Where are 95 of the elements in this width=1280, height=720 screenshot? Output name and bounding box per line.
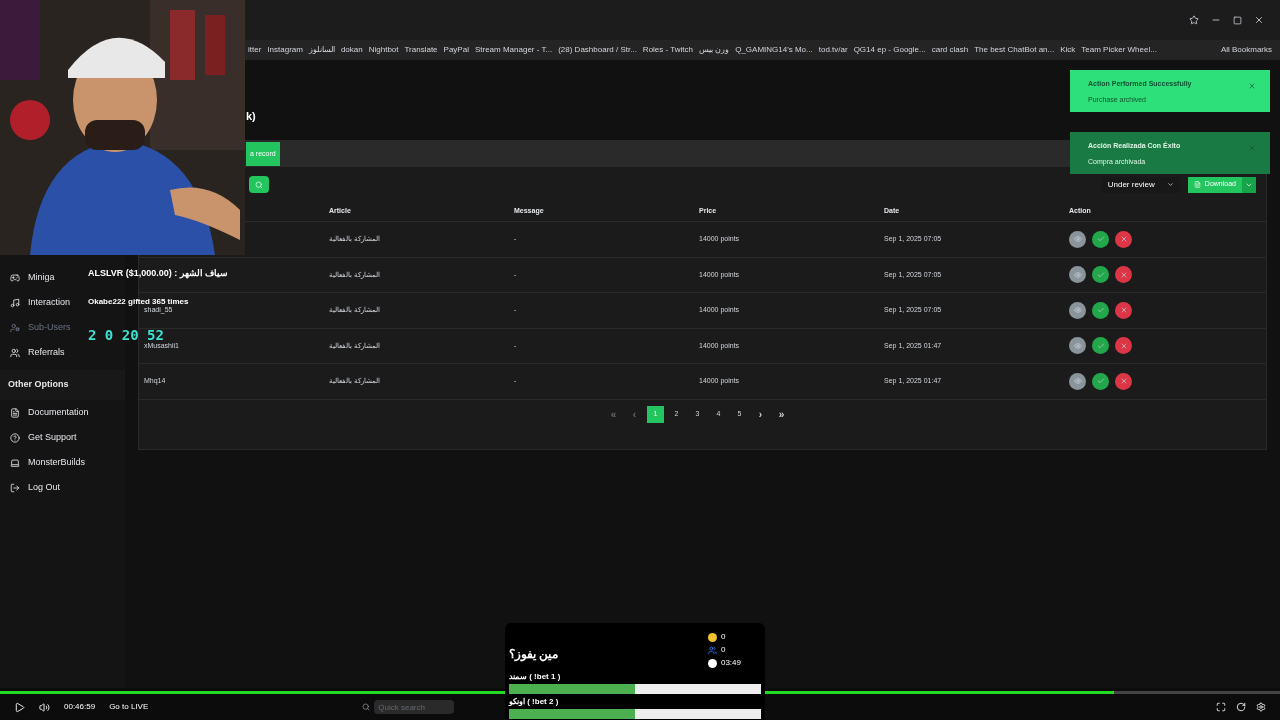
poll-option-label: اونكو ( !bet 2 ) xyxy=(509,696,560,708)
bookmark[interactable]: Translate xyxy=(404,44,438,56)
poll-question: مين يفوز؟ xyxy=(509,646,559,663)
bookmark[interactable]: The best ChatBot an... xyxy=(974,44,1055,56)
section-heading: Other Options xyxy=(0,370,125,400)
dropdown-button[interactable] xyxy=(1242,176,1256,193)
reject-button[interactable] xyxy=(1115,266,1132,284)
volume-icon[interactable] xyxy=(39,701,50,713)
approve-button[interactable] xyxy=(1092,337,1109,355)
play-icon[interactable] xyxy=(14,701,25,713)
search-button[interactable] xyxy=(249,176,269,193)
reject-button[interactable] xyxy=(1115,372,1132,390)
sidebar-item[interactable]: Log Out xyxy=(10,475,61,500)
x-icon xyxy=(1119,306,1128,315)
time-text: 00:46:59 xyxy=(64,701,96,713)
sidebar-item[interactable]: Get Support xyxy=(10,425,77,450)
reject-button[interactable] xyxy=(1115,301,1132,319)
approve-button[interactable] xyxy=(1092,230,1109,248)
bookmark[interactable]: PayPal xyxy=(443,44,469,56)
logout-icon xyxy=(10,482,20,493)
go-live-button[interactable]: Go to LIVE xyxy=(109,701,149,713)
help-icon xyxy=(10,432,20,443)
gamepad-icon xyxy=(10,272,20,283)
bookmark[interactable]: (28) Dashboard / Str... xyxy=(558,44,637,56)
search-icon xyxy=(255,180,263,189)
gift-text: Okabe222 gifted 365 times xyxy=(88,298,189,306)
music-note-icon xyxy=(10,297,20,308)
bookmark-star-icon[interactable] xyxy=(1189,15,1199,25)
users-icon xyxy=(10,347,20,358)
approve-button[interactable] xyxy=(1092,372,1109,390)
bookmark[interactable]: dokan xyxy=(340,44,363,56)
all-bookmarks[interactable]: All Bookmarks xyxy=(1220,44,1272,56)
x-icon xyxy=(1119,341,1128,350)
user-gear-icon xyxy=(10,322,20,333)
check-icon xyxy=(1096,377,1105,386)
coin-icon xyxy=(707,632,717,642)
timer-text: 2 0 20 52 xyxy=(88,328,164,342)
coin-count: 0 xyxy=(720,631,726,643)
bookmark[interactable]: QG14 ep - Google... xyxy=(853,44,926,56)
refresh-icon[interactable] xyxy=(1236,702,1246,712)
poll-option-label: سمند ( !bet 1 ) xyxy=(509,671,562,683)
page-nav-button[interactable]: › xyxy=(752,406,769,423)
page-title: k) xyxy=(246,110,256,122)
x-icon xyxy=(1119,270,1128,279)
sidebar-item[interactable]: Miniga xyxy=(10,265,55,290)
eye-icon xyxy=(1073,341,1082,350)
eye-icon xyxy=(1073,270,1082,279)
view-button[interactable] xyxy=(1069,337,1086,355)
bookmark[interactable]: card clash xyxy=(931,44,969,56)
view-button[interactable] xyxy=(1069,230,1086,248)
bookmark[interactable]: Nightbot xyxy=(368,44,399,56)
check-icon xyxy=(1096,270,1105,279)
settings-icon[interactable] xyxy=(1256,702,1266,712)
bookmark[interactable]: Kick xyxy=(1060,44,1076,56)
bookmark[interactable]: Roles - Twitch xyxy=(642,44,693,56)
check-icon xyxy=(1096,235,1105,244)
check-icon xyxy=(1096,341,1105,350)
check-icon xyxy=(1096,306,1105,315)
approve-button[interactable] xyxy=(1092,266,1109,284)
close-icon[interactable] xyxy=(1254,15,1264,25)
approve-button[interactable] xyxy=(1092,301,1109,319)
poll-timer: 03:49 xyxy=(720,657,741,669)
users-icon xyxy=(707,645,717,655)
bookmark[interactable]: السانلوز xyxy=(308,44,335,56)
chevron-down-icon xyxy=(1166,181,1174,188)
view-button[interactable] xyxy=(1069,301,1086,319)
sidebar-item[interactable]: MonsterBuilds xyxy=(10,450,86,475)
reject-button[interactable] xyxy=(1115,337,1132,355)
donor-text: ALSLVR ($1,000.00) : سياف الشهر xyxy=(88,269,229,278)
maximize-icon[interactable] xyxy=(1233,15,1242,25)
reject-button[interactable] xyxy=(1115,230,1132,248)
bookmark[interactable]: Stream Manager - T... xyxy=(474,44,553,56)
sidebar-item[interactable]: Referrals xyxy=(10,340,65,365)
view-button[interactable] xyxy=(1069,266,1086,284)
viewer-count: 0 xyxy=(720,644,726,656)
laptop-icon xyxy=(10,457,20,468)
page-nav-button[interactable]: » xyxy=(773,406,790,423)
bookmark[interactable]: Team Picker Wheel... xyxy=(1081,44,1157,56)
bookmark[interactable]: ورن بيس xyxy=(698,44,730,56)
file-icon xyxy=(1193,181,1201,188)
view-button[interactable] xyxy=(1069,372,1086,390)
x-icon xyxy=(1119,377,1128,386)
eye-icon xyxy=(1073,306,1082,315)
sidebar-item[interactable]: Interaction xyxy=(10,290,71,315)
x-icon xyxy=(1119,235,1128,244)
bookmark[interactable]: itter xyxy=(248,44,262,56)
search-icon xyxy=(362,703,371,711)
document-icon xyxy=(10,407,20,418)
fullscreen-icon[interactable] xyxy=(1216,702,1226,712)
bookmark[interactable]: tod.tv/ar xyxy=(818,44,848,56)
eye-icon xyxy=(1073,235,1082,244)
sidebar-item[interactable]: Documentation xyxy=(10,400,89,425)
bookmark[interactable]: Q_GAMING14's Mo... xyxy=(735,44,813,56)
eye-icon xyxy=(1073,377,1082,386)
bookmark[interactable]: Instagram xyxy=(267,44,303,56)
